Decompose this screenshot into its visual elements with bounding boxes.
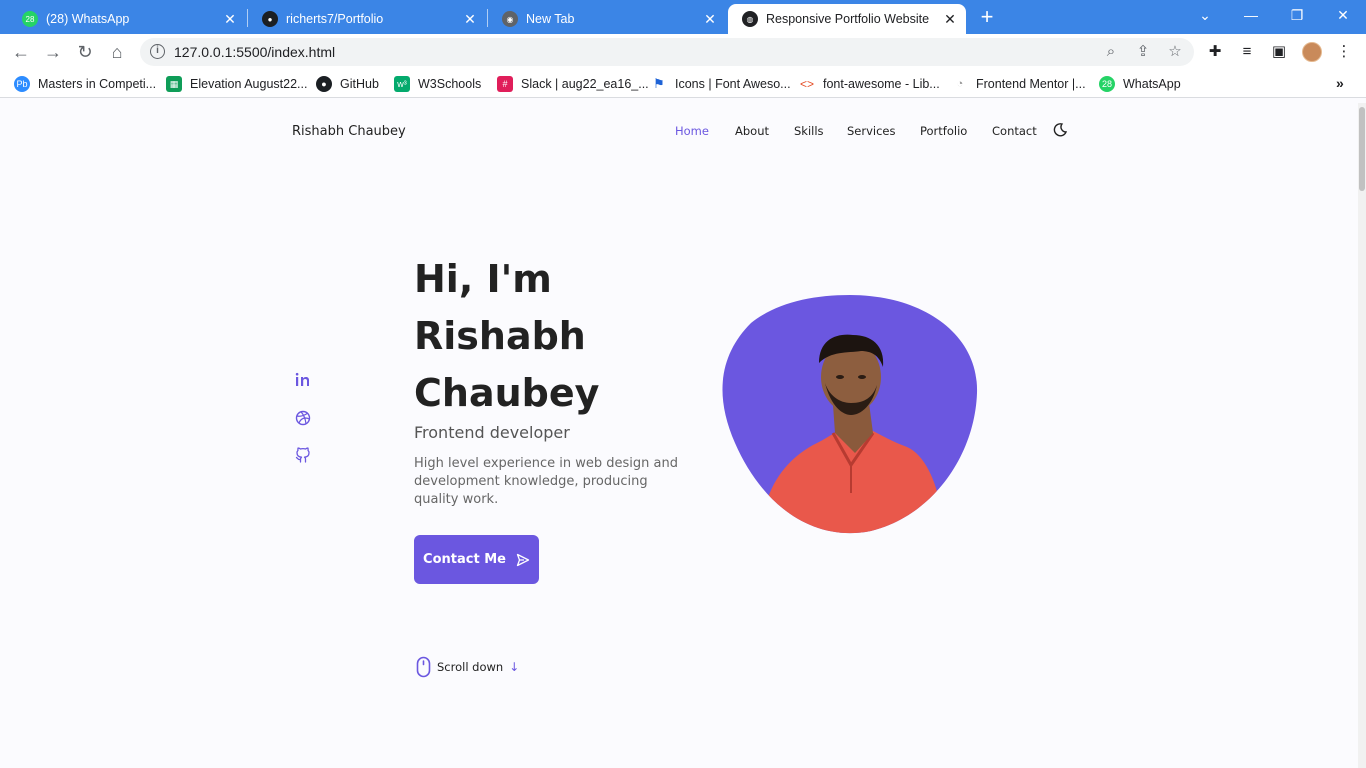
bookmark-label: Slack | aug22_ea16_... bbox=[521, 77, 649, 91]
pb-icon: Pb bbox=[14, 76, 30, 92]
url-text[interactable]: 127.0.0.1:5500/index.html bbox=[174, 44, 335, 60]
bookmark-item[interactable]: ◔ Frontend Mentor |... bbox=[952, 76, 1086, 92]
more-bookmarks-icon[interactable]: » bbox=[1336, 75, 1344, 91]
bookmark-item[interactable]: # Slack | aug22_ea16_... bbox=[497, 76, 649, 92]
browser-tab-strip: 28 (28) WhatsApp ✕ ● richerts7/Portfolio… bbox=[0, 0, 1366, 34]
globe-icon: ◍ bbox=[742, 11, 758, 27]
side-panel-icon[interactable]: ▣ bbox=[1270, 43, 1288, 61]
hero-title: Hi, I'm Rishabh Chaubey bbox=[414, 251, 714, 422]
menu-icon[interactable]: ⋮ bbox=[1335, 43, 1353, 61]
restore-button[interactable]: ❐ bbox=[1284, 4, 1310, 26]
arrow-down-icon: ↓ bbox=[509, 660, 520, 674]
scroll-down-link[interactable]: Scroll down ↓ bbox=[416, 656, 519, 678]
profile-avatar[interactable] bbox=[1302, 42, 1322, 62]
code-icon: <> bbox=[799, 76, 815, 92]
mouse-icon bbox=[416, 656, 431, 678]
extensions-icon[interactable]: ✚ bbox=[1206, 43, 1224, 61]
portfolio-page: Rishabh Chaubey Home About Skills Servic… bbox=[0, 103, 1358, 768]
bookmark-item[interactable]: ● GitHub bbox=[316, 76, 379, 92]
site-info-icon[interactable]: i bbox=[150, 44, 165, 59]
chrome-icon: ◉ bbox=[502, 11, 518, 27]
tab-portfolio-website[interactable]: ◍ Responsive Portfolio Website ✕ bbox=[728, 4, 966, 34]
tab-label: richerts7/Portfolio bbox=[286, 12, 384, 26]
browser-toolbar: ← → ↻ ⌂ i 127.0.0.1:5500/index.html ⌕ ⇪ … bbox=[0, 34, 1366, 70]
hero-title-line: Hi, I'm bbox=[414, 257, 552, 301]
bookmark-label: Masters in Competi... bbox=[38, 77, 157, 91]
tab-search-icon[interactable]: ⌄ bbox=[1192, 4, 1218, 26]
w3schools-icon: w³ bbox=[394, 76, 410, 92]
github-icon: ● bbox=[316, 76, 332, 92]
bookmark-label: Frontend Mentor |... bbox=[976, 77, 1086, 91]
close-icon[interactable]: ✕ bbox=[462, 11, 478, 27]
nav-home[interactable]: Home bbox=[675, 124, 709, 138]
hero-title-line: Rishabh bbox=[414, 314, 586, 358]
bookmark-item[interactable]: Pb Masters in Competi... bbox=[14, 76, 156, 92]
bookmark-label: WhatsApp bbox=[1123, 77, 1181, 91]
tab-label: Responsive Portfolio Website bbox=[766, 12, 930, 26]
contact-me-label: Contact Me bbox=[423, 552, 506, 567]
hero-subtitle: Frontend developer bbox=[414, 423, 570, 442]
frontend-mentor-icon: ◔ bbox=[952, 76, 968, 92]
media-control-icon[interactable]: ≡ bbox=[1238, 43, 1256, 61]
tab-new-tab[interactable]: ◉ New Tab ✕ bbox=[488, 4, 726, 34]
github-icon[interactable] bbox=[294, 446, 312, 464]
nav-services[interactable]: Services bbox=[847, 124, 896, 138]
nav-about[interactable]: About bbox=[735, 124, 769, 138]
share-icon[interactable]: ⇪ bbox=[1134, 43, 1152, 61]
slack-icon: # bbox=[497, 76, 513, 92]
bookmark-item[interactable]: w³ W3Schools bbox=[394, 76, 481, 92]
contact-me-button[interactable]: Contact Me bbox=[414, 535, 539, 584]
bookmark-item[interactable]: 28 WhatsApp bbox=[1099, 76, 1181, 92]
minimize-button[interactable]: — bbox=[1238, 4, 1264, 26]
tab-label: (28) WhatsApp bbox=[46, 12, 130, 26]
reload-button[interactable]: ↻ bbox=[74, 41, 96, 63]
bookmark-item[interactable]: ⚑ Icons | Font Aweso... bbox=[651, 76, 791, 92]
home-button[interactable]: ⌂ bbox=[106, 41, 128, 63]
page-scrollbar[interactable] bbox=[1358, 103, 1366, 768]
github-icon: ● bbox=[262, 11, 278, 27]
nav-contact[interactable]: Contact bbox=[992, 124, 1037, 138]
hero-title-line: Chaubey bbox=[414, 371, 600, 415]
nav-portfolio[interactable]: Portfolio bbox=[920, 124, 967, 138]
bookmark-item[interactable]: ▦ Elevation August22... bbox=[166, 76, 307, 92]
linkedin-icon[interactable] bbox=[294, 371, 312, 389]
site-logo[interactable]: Rishabh Chaubey bbox=[292, 124, 406, 139]
new-tab-button[interactable]: + bbox=[976, 6, 998, 28]
zoom-icon[interactable]: ⌕ bbox=[1102, 43, 1120, 61]
close-icon[interactable]: ✕ bbox=[222, 11, 238, 27]
tab-label: New Tab bbox=[526, 12, 575, 26]
whatsapp-icon: 28 bbox=[22, 11, 38, 27]
bookmark-label: W3Schools bbox=[418, 77, 482, 91]
close-icon[interactable]: ✕ bbox=[942, 11, 958, 27]
bookmark-star-icon[interactable]: ☆ bbox=[1166, 43, 1184, 61]
flag-icon: ⚑ bbox=[651, 76, 667, 92]
scroll-down-label: Scroll down bbox=[437, 660, 504, 674]
nav-skills[interactable]: Skills bbox=[794, 124, 824, 138]
close-window-button[interactable]: ✕ bbox=[1330, 4, 1356, 26]
bookmarks-bar: Pb Masters in Competi... ▦ Elevation Aug… bbox=[0, 70, 1366, 98]
bookmark-label: font-awesome - Lib... bbox=[823, 77, 940, 91]
sheets-icon: ▦ bbox=[166, 76, 182, 92]
bookmark-item[interactable]: <> font-awesome - Lib... bbox=[799, 76, 940, 92]
address-bar[interactable]: i 127.0.0.1:5500/index.html ⌕ ⇪ ☆ bbox=[140, 38, 1194, 66]
forward-button[interactable]: → bbox=[42, 41, 64, 63]
scrollbar-thumb[interactable] bbox=[1359, 107, 1365, 191]
bookmark-label: GitHub bbox=[340, 77, 379, 91]
bookmark-label: Icons | Font Aweso... bbox=[675, 77, 791, 91]
bookmark-label: Elevation August22... bbox=[190, 77, 308, 91]
tab-github-portfolio[interactable]: ● richerts7/Portfolio ✕ bbox=[248, 4, 486, 34]
back-button[interactable]: ← bbox=[10, 41, 32, 63]
moon-icon[interactable] bbox=[1052, 122, 1068, 138]
tab-whatsapp[interactable]: 28 (28) WhatsApp ✕ bbox=[8, 4, 246, 34]
whatsapp-icon: 28 bbox=[1099, 76, 1115, 92]
dribbble-icon[interactable] bbox=[294, 409, 312, 427]
send-icon bbox=[516, 553, 530, 566]
profile-blob-image bbox=[722, 295, 978, 534]
close-icon[interactable]: ✕ bbox=[702, 11, 718, 27]
hero-description: High level experience in web design and … bbox=[414, 456, 678, 507]
